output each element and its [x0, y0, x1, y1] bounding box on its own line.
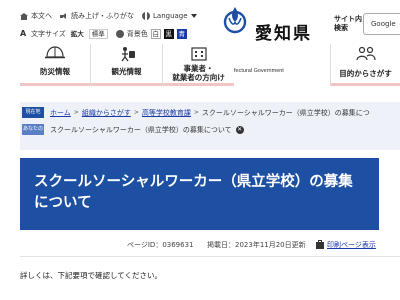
body-intro-text: 詳しくは、下記要項で確認してください。: [20, 271, 163, 280]
bg-color-label: 背景色: [126, 30, 148, 38]
close-icon[interactable]: ✕: [235, 125, 244, 134]
prefecture-name[interactable]: 愛知県: [255, 19, 312, 44]
nav-accent-bar: [331, 83, 400, 86]
skip-to-content-label: 本文へ: [31, 12, 52, 20]
breadcrumb-current-page: スクールソーシャルワーカー（県立学校）の募集につ: [201, 108, 370, 117]
font-size-group: A 文字サイズ 拡大 標準: [20, 29, 108, 39]
chevron-down-icon: [190, 14, 197, 18]
search-input[interactable]: Google: [363, 13, 400, 35]
site-search-label: サイト内 検索: [334, 15, 362, 33]
nav-accent-bar: [163, 83, 234, 86]
breadcrumb-now-text: スクールソーシャルワーカー（県立学校）の募集について: [50, 125, 232, 134]
read-aloud-label: 読み上げ・ふりがな: [71, 12, 134, 20]
palette-icon: [115, 30, 124, 38]
speaker-icon: [60, 12, 68, 20]
globe-icon: [142, 12, 150, 20]
tourist-icon: [120, 47, 135, 62]
bg-blue-button[interactable]: 青: [176, 29, 187, 39]
read-aloud-link[interactable]: 読み上げ・ふりがな: [60, 11, 134, 21]
nav-label-business: 事業者・ 就業者の方向け: [163, 64, 234, 82]
page-meta: ページID：0369631 掲載日：2023年11月20日更新 印刷ページ表示: [0, 239, 400, 252]
font-standard-button[interactable]: 標準: [88, 29, 108, 39]
language-label: Language: [153, 12, 188, 20]
language-select[interactable]: Language: [142, 12, 197, 20]
helmet-icon: [45, 46, 65, 59]
breadcrumb-org-link[interactable]: 組織からさがす: [82, 108, 131, 118]
nav-item-disaster[interactable]: 防災情報: [20, 44, 90, 86]
prefecture-emblem-icon[interactable]: [222, 4, 248, 34]
font-large-button[interactable]: 拡大: [69, 29, 86, 39]
people-icon: [355, 46, 376, 61]
site-search-label-line1: サイト内: [334, 15, 362, 23]
breadcrumb-path: 現在地 ホーム > 組織からさがす > 高等学校教育課 > スクールソーシャルワ…: [20, 107, 370, 118]
breadcrumb-now-tag: あなたの: [22, 124, 44, 135]
utility-bar-settings: A 文字サイズ 拡大 標準 背景色 白 黒 青: [20, 26, 195, 42]
breadcrumb-separator: >: [193, 109, 199, 116]
breadcrumb-home-link[interactable]: ホーム: [50, 108, 71, 118]
nav-label-tourism: 観光情報: [111, 67, 142, 76]
breadcrumb-separator: >: [73, 109, 79, 116]
bg-color-group: 背景色 白 黒 青: [115, 29, 187, 39]
site-search-label-line2: 検索: [334, 24, 348, 32]
breadcrumb-dept-link[interactable]: 高等学校教育課: [142, 108, 191, 118]
breadcrumb-current-tag: 現在地: [22, 107, 44, 118]
nav-accent-bar: [91, 83, 162, 86]
building-icon: [190, 47, 207, 61]
page-title-box: スクールソーシャルワーカー（県立学校）の募集について: [20, 158, 379, 230]
nav-label-business-line1: 事業者・: [183, 64, 214, 73]
breadcrumb-current: あなたの スクールソーシャルワーカー（県立学校）の募集について ✕: [20, 124, 244, 135]
page-id: ページID：0369631: [127, 241, 194, 249]
breadcrumb-separator: >: [133, 109, 139, 116]
nav-item-business[interactable]: 事業者・ 就業者の方向け: [162, 44, 234, 86]
nav-label-disaster: 防災情報: [40, 67, 70, 76]
global-nav: 防災情報 観光情報 事業者・ 就業者の方向け 目的からさがす: [20, 44, 400, 86]
skip-to-content-link[interactable]: 本文へ: [20, 11, 52, 21]
nav-label-purpose: 目的からさがす: [339, 69, 392, 78]
updated-date: 掲載日：2023年11月20日更新: [207, 241, 306, 249]
divider: [20, 256, 400, 257]
nav-label-business-line2: 就業者の方向け: [172, 73, 225, 82]
page-title: スクールソーシャルワーカー（県立学校）の募集について: [34, 174, 353, 211]
breadcrumb: 現在地 ホーム > 組織からさがす > 高等学校教育課 > スクールソーシャルワ…: [20, 102, 400, 150]
font-size-label: 文字サイズ: [31, 30, 66, 38]
print-link[interactable]: 印刷ページ表示: [316, 239, 376, 250]
home-icon: [20, 12, 28, 20]
font-size-icon: A: [20, 29, 27, 38]
nav-accent-bar: [20, 83, 90, 86]
print-link-label: 印刷ページ表示: [327, 241, 376, 249]
nav-item-purpose[interactable]: 目的からさがす: [330, 44, 400, 86]
bg-black-button[interactable]: 黒: [163, 29, 174, 39]
printer-icon: [316, 239, 324, 249]
utility-bar-top: 本文へ 読み上げ・ふりがな Language: [20, 8, 205, 24]
nav-item-tourism[interactable]: 観光情報: [90, 44, 162, 86]
bg-white-button[interactable]: 白: [150, 29, 161, 39]
